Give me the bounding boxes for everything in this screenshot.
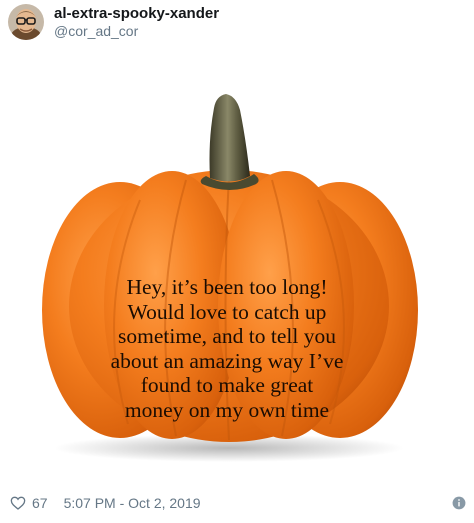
caption-line: sometime, and to tell you [118, 324, 336, 348]
author-names: al-extra-spooky-xander @cor_ad_cor [54, 5, 219, 40]
pumpkin-caption: Hey, it’s been too long! Would love to c… [40, 275, 414, 422]
caption-line: money on my own time [124, 397, 330, 422]
tweet-media[interactable]: Hey, it’s been too long! Would love to c… [0, 46, 474, 476]
avatar[interactable] [8, 4, 44, 40]
tweet-footer: 67 5:07 PM - Oct 2, 2019 [10, 492, 466, 514]
display-name[interactable]: al-extra-spooky-xander [54, 5, 219, 23]
caption-line: found to make great [140, 373, 314, 397]
like-count[interactable]: 67 [32, 495, 48, 511]
caption-line: about an amazing way I’ve [110, 348, 344, 373]
info-circle-icon[interactable] [452, 496, 466, 510]
tweet-timestamp[interactable]: 5:07 PM - Oct 2, 2019 [64, 495, 201, 511]
caption-line: Would love to catch up [127, 299, 327, 324]
tweet-card: al-extra-spooky-xander @cor_ad_cor Hey, … [0, 0, 474, 523]
caption-line: Hey, it’s been too long! [126, 275, 328, 299]
avatar-image [8, 4, 44, 40]
tweet-header: al-extra-spooky-xander @cor_ad_cor [8, 4, 219, 40]
user-handle[interactable]: @cor_ad_cor [54, 23, 219, 40]
heart-outline-icon[interactable] [10, 495, 26, 511]
